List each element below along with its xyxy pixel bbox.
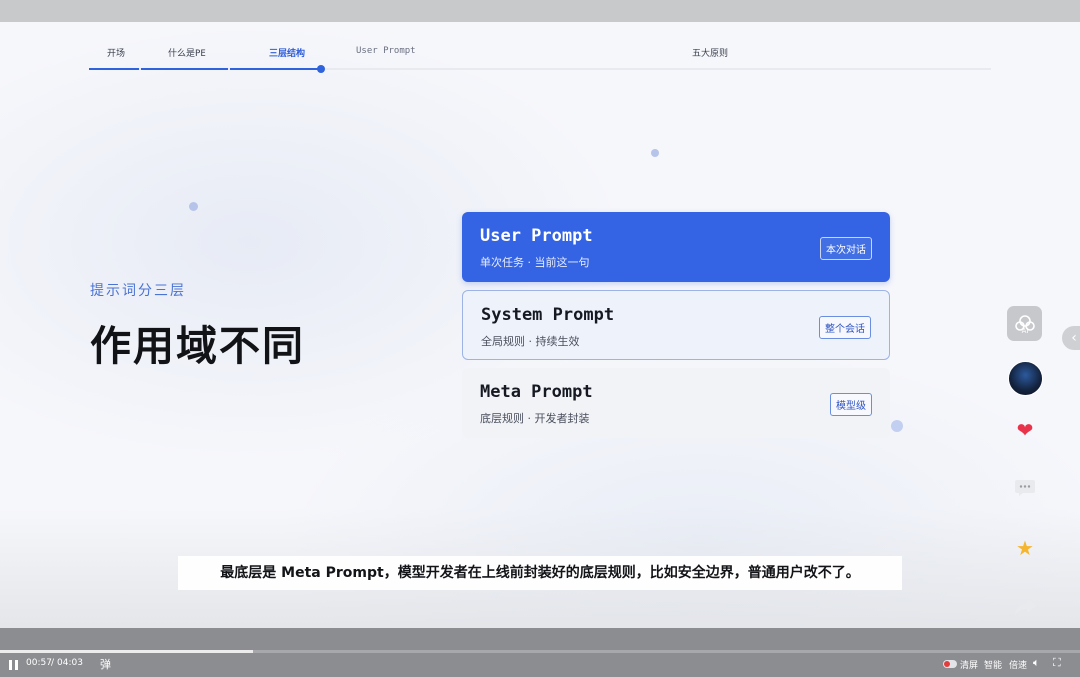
- clear-screen-toggle[interactable]: [943, 660, 957, 668]
- card-scope-tag: 本次对话: [820, 237, 872, 260]
- card-subtitle: 单次任务 · 当前这一句: [480, 256, 590, 269]
- decor-dot: [891, 420, 903, 432]
- card-title: Meta Prompt: [480, 382, 593, 402]
- ai-label: AI: [1021, 327, 1028, 335]
- favorite-star-icon[interactable]: ★: [1012, 536, 1038, 560]
- playback-speed-button[interactable]: 倍速: [1009, 658, 1027, 671]
- video-stage[interactable]: 开场 什么是PE 三层结构 User Prompt 五大原则 提示词分三层 作用…: [0, 22, 1080, 628]
- chapter-progress-nav: 开场 什么是PE 三层结构 User Prompt 五大原则: [89, 44, 991, 74]
- video-caption: 最底层是 Meta Prompt，模型开发者在上线前封装好的底层规则，比如安全边…: [178, 556, 902, 590]
- top-strip: [0, 0, 1080, 22]
- danmaku-icon[interactable]: 弹: [100, 656, 111, 672]
- card-title: System Prompt: [481, 305, 615, 325]
- comment-count: ​: [1006, 510, 1044, 521]
- slide-headline: 作用域不同: [90, 322, 305, 370]
- nav-segment-1: [89, 68, 139, 70]
- seek-bar-progress: [0, 650, 254, 653]
- collapse-panel-chevron-icon[interactable]: ‹: [1062, 326, 1080, 350]
- time-current: 00:57: [26, 658, 52, 668]
- decor-dot: [651, 149, 659, 157]
- card-subtitle: 全局规则 · 持续生效: [481, 335, 580, 348]
- nav-item-three-layers[interactable]: 三层结构: [269, 46, 305, 59]
- nav-segment-3: [230, 68, 318, 70]
- nav-item-what-is-pe[interactable]: 什么是PE: [168, 46, 206, 59]
- card-scope-tag: 模型级: [830, 393, 872, 416]
- favorite-count: ​: [1006, 570, 1044, 581]
- comment-bubble-icon: [1015, 480, 1035, 496]
- nav-current-dot: [317, 65, 325, 73]
- comment-icon[interactable]: [1012, 478, 1038, 503]
- time-total: 04:03: [57, 658, 83, 668]
- clear-screen-label[interactable]: 清屏: [960, 658, 978, 671]
- nav-item-opening[interactable]: 开场: [107, 46, 125, 59]
- card-meta-prompt: Meta Prompt 底层规则 · 开发者封装 模型级: [462, 368, 890, 438]
- nav-segment-2: [141, 68, 228, 70]
- pause-icon[interactable]: [9, 660, 18, 670]
- time-separator: /: [51, 658, 55, 668]
- ai-assistant-button[interactable]: AI: [1007, 306, 1042, 341]
- decor-dot: [189, 202, 198, 211]
- share-icon: [1015, 599, 1036, 615]
- author-avatar[interactable]: [1008, 361, 1043, 396]
- card-user-prompt: User Prompt 单次任务 · 当前这一句 本次对话: [462, 212, 890, 282]
- card-scope-tag: 整个会话: [819, 316, 871, 339]
- video-player-controls: 00:57 / 04:03 弹 清屏 智能 倍速 🔈︎ ⛶: [0, 628, 1080, 677]
- fullscreen-icon[interactable]: ⛶: [1053, 656, 1061, 670]
- like-count: ​: [1006, 450, 1044, 461]
- nav-item-five-principles[interactable]: 五大原则: [692, 46, 728, 59]
- nav-item-user-prompt[interactable]: User Prompt: [356, 46, 416, 56]
- card-system-prompt: System Prompt 全局规则 · 持续生效 整个会话: [462, 290, 890, 360]
- share-arrow-icon[interactable]: [1012, 597, 1038, 621]
- smart-quality-button[interactable]: 智能: [984, 658, 1002, 671]
- slide-eyebrow: 提示词分三层: [90, 283, 186, 299]
- volume-icon[interactable]: 🔈︎: [1033, 656, 1040, 670]
- card-title: User Prompt: [480, 226, 593, 246]
- like-heart-icon[interactable]: ❤: [1012, 418, 1038, 442]
- ai-sparkle-icon: AI: [1014, 314, 1035, 335]
- card-subtitle: 底层规则 · 开发者封装: [480, 412, 590, 425]
